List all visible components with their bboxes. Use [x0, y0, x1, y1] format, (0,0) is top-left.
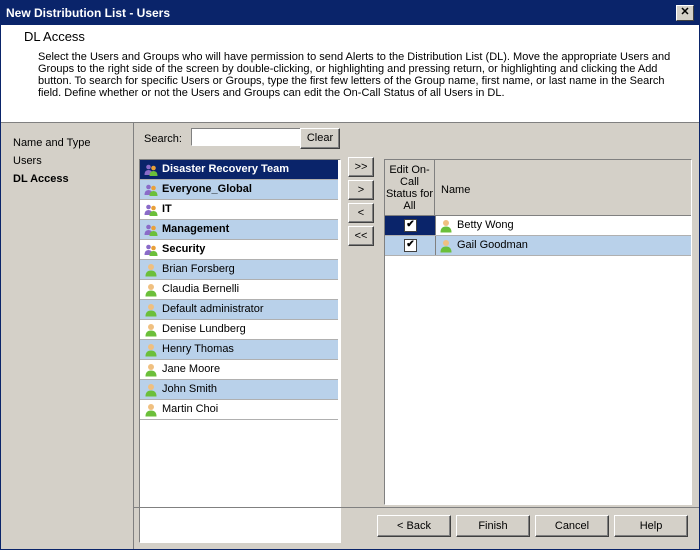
- step-dl-access[interactable]: DL Access: [13, 173, 69, 185]
- table-row[interactable]: ✔ Gail Goodman: [385, 236, 691, 256]
- page-description: Select the Users and Groups who will hav…: [38, 51, 671, 99]
- edit-oncall-checkbox[interactable]: ✔: [404, 219, 417, 232]
- list-item-label: Henry Thomas: [162, 343, 234, 355]
- list-item-label: Disaster Recovery Team: [162, 163, 289, 175]
- search-input[interactable]: [191, 128, 301, 146]
- list-item-label: Martin Choi: [162, 403, 219, 415]
- user-icon: [144, 343, 158, 357]
- group-icon: [144, 243, 158, 257]
- user-icon: [439, 239, 453, 253]
- footer-divider: [134, 507, 699, 508]
- content-panel: Search: Clear Disaster Recovery Team Ever…: [134, 123, 699, 543]
- selected-list[interactable]: Edit On-Call Status for All Name ✔ Betty …: [384, 159, 692, 505]
- step-users[interactable]: Users: [13, 155, 42, 167]
- list-item-label: Default administrator: [162, 303, 264, 315]
- cancel-button[interactable]: Cancel: [535, 515, 609, 537]
- user-icon: [144, 283, 158, 297]
- available-list[interactable]: Disaster Recovery Team Everyone_Global IT M…: [139, 159, 341, 543]
- user-icon: [144, 383, 158, 397]
- edit-oncall-cell: ✔: [385, 216, 436, 235]
- list-item[interactable]: Henry Thomas: [140, 340, 338, 360]
- list-item[interactable]: Martin Choi: [140, 400, 338, 420]
- user-icon: [144, 403, 158, 417]
- edit-oncall-cell: ✔: [385, 236, 436, 255]
- dialog-window: New Distribution List - Users ✕ DL Acces…: [0, 0, 700, 550]
- column-header-edit-oncall[interactable]: Edit On-Call Status for All: [385, 160, 435, 215]
- back-button[interactable]: < Back: [377, 515, 451, 537]
- remove-button[interactable]: <: [348, 203, 374, 223]
- header-panel: DL Access Select the Users and Groups wh…: [1, 25, 699, 123]
- finish-button[interactable]: Finish: [456, 515, 530, 537]
- list-item[interactable]: Disaster Recovery Team: [140, 160, 338, 180]
- list-item[interactable]: Management: [140, 220, 338, 240]
- list-item[interactable]: Brian Forsberg: [140, 260, 338, 280]
- group-icon: [144, 183, 158, 197]
- list-item-label: Denise Lundberg: [162, 323, 246, 335]
- list-item[interactable]: IT: [140, 200, 338, 220]
- close-button[interactable]: ✕: [676, 5, 694, 21]
- table-row-name: Betty Wong: [457, 219, 514, 231]
- add-button[interactable]: >: [348, 180, 374, 200]
- list-item-label: Everyone_Global: [162, 183, 252, 195]
- list-item[interactable]: Denise Lundberg: [140, 320, 338, 340]
- page-title: DL Access: [24, 29, 85, 44]
- list-item-label: John Smith: [162, 383, 218, 395]
- step-name-and-type[interactable]: Name and Type: [13, 137, 90, 149]
- user-icon: [144, 323, 158, 337]
- table-row[interactable]: ✔ Betty Wong: [385, 216, 691, 236]
- help-button[interactable]: Help: [614, 515, 688, 537]
- list-item[interactable]: John Smith: [140, 380, 338, 400]
- edit-oncall-checkbox[interactable]: ✔: [404, 239, 417, 252]
- table-row-name: Gail Goodman: [457, 239, 528, 251]
- group-icon: [144, 163, 158, 177]
- list-item-label: Jane Moore: [162, 363, 221, 375]
- list-item-label: IT: [162, 203, 172, 215]
- selected-table-header: Edit On-Call Status for All Name: [385, 160, 691, 216]
- clear-button[interactable]: Clear: [300, 128, 340, 149]
- title-bar: New Distribution List - Users ✕: [1, 1, 699, 25]
- column-header-name[interactable]: Name: [441, 184, 470, 196]
- user-icon: [144, 363, 158, 377]
- group-icon: [144, 203, 158, 217]
- list-item-label: Security: [162, 243, 206, 255]
- list-item-label: Claudia Bernelli: [162, 283, 240, 295]
- user-icon: [144, 303, 158, 317]
- list-item-label: Brian Forsberg: [162, 263, 235, 275]
- search-label: Search:: [144, 133, 182, 145]
- remove-all-button[interactable]: <<: [348, 226, 374, 246]
- list-item[interactable]: Claudia Bernelli: [140, 280, 338, 300]
- list-item[interactable]: Default administrator: [140, 300, 338, 320]
- wizard-steps: Name and Type Users DL Access: [1, 123, 134, 549]
- group-icon: [144, 223, 158, 237]
- user-icon: [439, 219, 453, 233]
- user-icon: [144, 263, 158, 277]
- list-item-label: Management: [162, 223, 230, 235]
- list-item[interactable]: Everyone_Global: [140, 180, 338, 200]
- add-all-button[interactable]: >>: [348, 157, 374, 177]
- window-title: New Distribution List - Users: [6, 6, 171, 20]
- list-item[interactable]: Jane Moore: [140, 360, 338, 380]
- list-item[interactable]: Security: [140, 240, 338, 260]
